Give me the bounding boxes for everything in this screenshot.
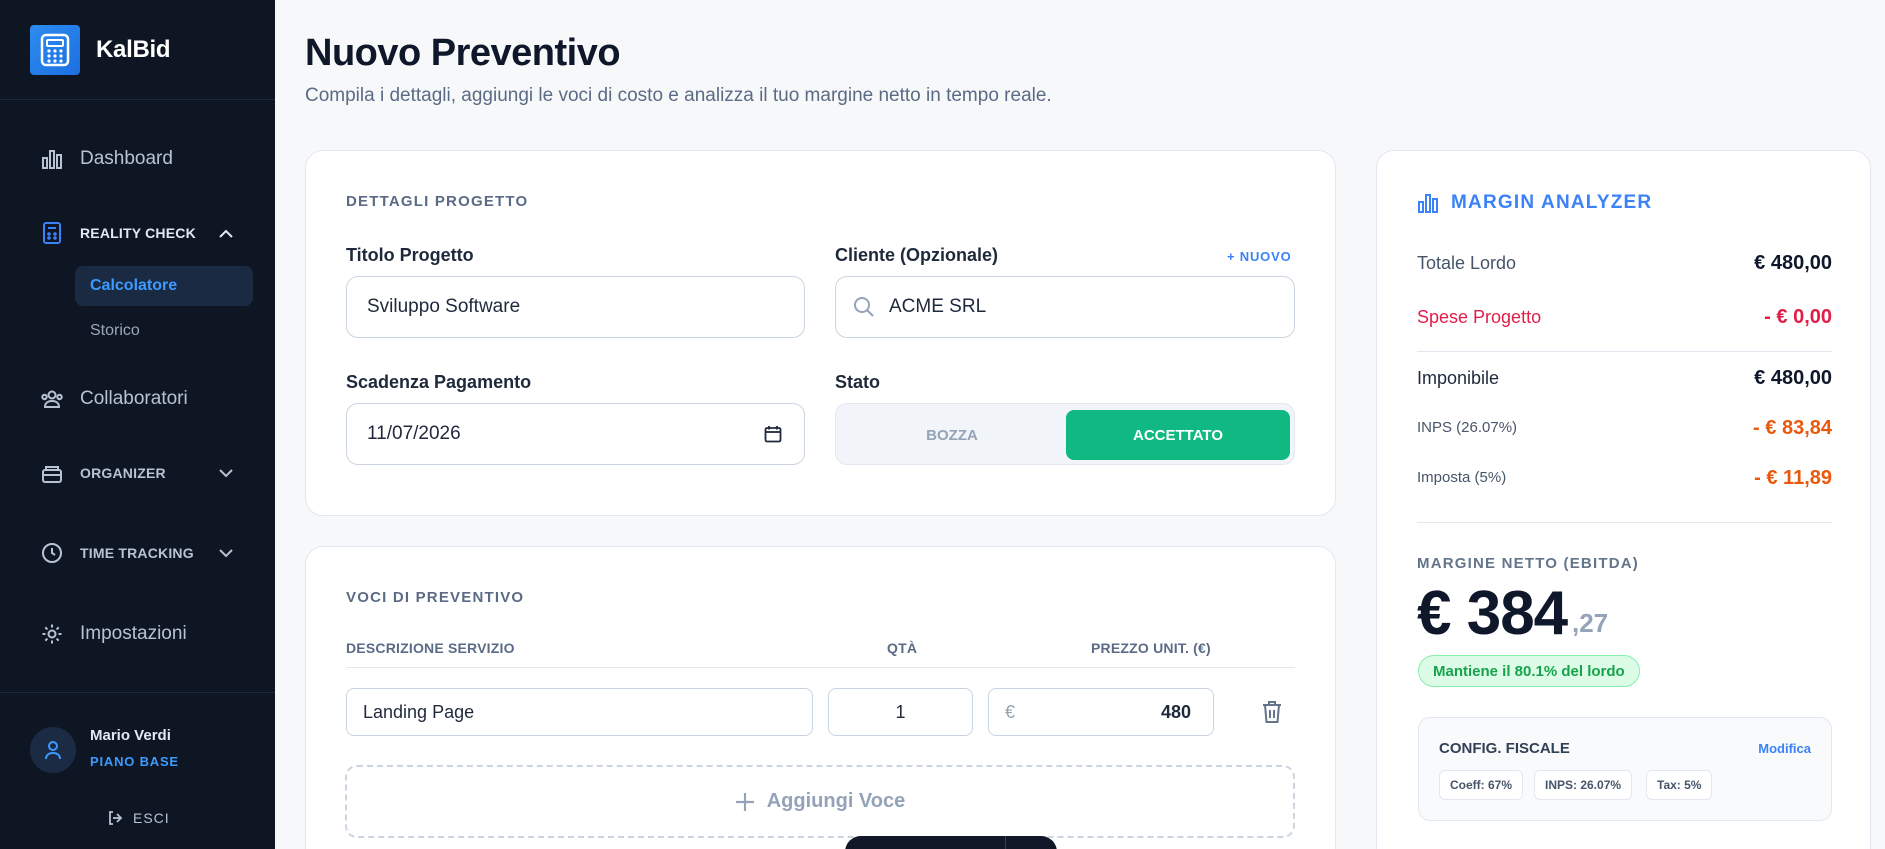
bar-chart-icon bbox=[1417, 192, 1439, 214]
nav-dashboard-label: Dashboard bbox=[80, 148, 173, 169]
logout-icon bbox=[107, 810, 123, 826]
tax-label: Imposta (5%) bbox=[1417, 469, 1507, 486]
net-margin-value: € 384 bbox=[1417, 579, 1568, 648]
page-subtitle: Compila i dettagli, aggiungi le voci di … bbox=[305, 85, 1052, 106]
net-margin-label: MARGINE NETTO (EBITDA) bbox=[1417, 555, 1639, 572]
chevron-up-icon bbox=[218, 225, 234, 241]
plus-icon bbox=[735, 792, 755, 812]
add-client-link[interactable]: + NUOVO bbox=[1227, 249, 1291, 264]
client-search-input[interactable]: ACME SRL bbox=[835, 276, 1295, 338]
search-icon bbox=[853, 296, 875, 318]
col-unit-price: PREZZO UNIT. (€) bbox=[1091, 640, 1211, 656]
gross-label: Totale Lordo bbox=[1417, 253, 1517, 273]
user-panel: Mario Verdi PIANO BASE ESCI bbox=[0, 692, 275, 849]
user-plan: PIANO BASE bbox=[90, 754, 179, 769]
nav-collaboratori[interactable]: Collaboratori bbox=[40, 387, 188, 411]
due-date-input[interactable]: 11/07/2026 bbox=[346, 403, 805, 465]
nav-time-tracking[interactable]: TIME TRACKING bbox=[40, 541, 234, 565]
status-draft-button[interactable]: BOZZA bbox=[842, 410, 1062, 460]
nav-storico-label: Storico bbox=[90, 322, 140, 339]
nav-time-tracking-label: TIME TRACKING bbox=[80, 545, 194, 561]
fiscal-config-panel: CONFIG. FISCALE Modifica Coeff: 67% INPS… bbox=[1418, 717, 1832, 821]
trash-icon[interactable] bbox=[1261, 700, 1283, 724]
item-description-input[interactable]: Landing Page bbox=[346, 688, 813, 736]
nav-impostazioni[interactable]: Impostazioni bbox=[40, 622, 187, 646]
expenses-value: - € 0,00 bbox=[1764, 306, 1832, 328]
page-title: Nuovo Preventivo bbox=[305, 32, 621, 74]
fiscal-edit-link[interactable]: Modifica bbox=[1758, 741, 1811, 756]
calendar-icon[interactable] bbox=[764, 425, 782, 443]
retain-badge: Mantiene il 80.1% del lordo bbox=[1418, 655, 1640, 687]
nav-reality-check-label: REALITY CHECK bbox=[80, 225, 196, 241]
nav-calcolatore[interactable]: Calcolatore bbox=[75, 266, 253, 306]
nav-calcolatore-label: Calcolatore bbox=[90, 277, 178, 294]
margin-analyzer-title-text: MARGIN ANALYZER bbox=[1451, 192, 1653, 213]
floating-action-bar[interactable] bbox=[845, 836, 1057, 849]
chevron-down-icon bbox=[218, 545, 234, 561]
bar-chart-icon bbox=[40, 147, 64, 171]
project-title-label: Titolo Progetto bbox=[346, 245, 474, 265]
analyzer-divider-2 bbox=[1417, 522, 1832, 523]
chip-inps: INPS: 26.07% bbox=[1534, 770, 1633, 800]
client-value: ACME SRL bbox=[889, 296, 987, 317]
due-date-label: Scadenza Pagamento bbox=[346, 372, 532, 392]
item-price-value: 480 bbox=[1160, 701, 1191, 722]
nav-dashboard[interactable]: Dashboard bbox=[40, 147, 173, 171]
gross-value: € 480,00 bbox=[1754, 252, 1832, 274]
brand[interactable]: KalBid bbox=[0, 0, 275, 100]
project-section-label: DETTAGLI PROGETTO bbox=[346, 193, 529, 210]
inps-label: INPS (26.07%) bbox=[1417, 419, 1518, 436]
analyzer-divider-1 bbox=[1417, 351, 1832, 352]
nav-organizer[interactable]: ORGANIZER bbox=[40, 461, 234, 485]
gear-icon bbox=[40, 622, 64, 646]
status-accepted-button[interactable]: ACCETTATO bbox=[1066, 410, 1290, 460]
col-qty: QTÀ bbox=[887, 640, 918, 656]
item-description-value: Landing Page bbox=[363, 701, 475, 722]
chip-coeff: Coeff: 67% bbox=[1439, 770, 1524, 800]
project-title-value: Sviluppo Software bbox=[367, 296, 521, 317]
due-date-value: 11/07/2026 bbox=[367, 423, 461, 444]
item-qty-input[interactable]: 1 bbox=[828, 688, 973, 736]
col-description: DESCRIZIONE SERVIZIO bbox=[346, 640, 515, 656]
expenses-label: Spese Progetto bbox=[1417, 307, 1542, 327]
taxable-label: Imponibile bbox=[1417, 368, 1500, 388]
net-margin-decimals: ,27 bbox=[1572, 608, 1609, 638]
logout-label: ESCI bbox=[133, 810, 170, 826]
item-currency: € bbox=[1005, 701, 1016, 722]
nav-storico[interactable]: Storico bbox=[75, 311, 253, 351]
logout-button[interactable]: ESCI bbox=[107, 810, 170, 826]
chip-tax: Tax: 5% bbox=[1646, 770, 1713, 800]
nav-collaboratori-label: Collaboratori bbox=[80, 388, 188, 409]
brand-name: KalBid bbox=[96, 35, 171, 63]
item-qty-value: 1 bbox=[895, 701, 906, 722]
item-price-input[interactable]: € 480 bbox=[988, 688, 1214, 736]
nav-organizer-label: ORGANIZER bbox=[80, 465, 166, 481]
status-label: Stato bbox=[835, 372, 880, 392]
clock-icon bbox=[40, 541, 64, 565]
nav-impostazioni-label: Impostazioni bbox=[80, 623, 187, 644]
items-section-label: VOCI DI PREVENTIVO bbox=[346, 589, 525, 606]
client-label: Cliente (Opzionale) bbox=[835, 245, 999, 265]
user-name: Mario Verdi bbox=[90, 727, 171, 744]
sidebar: KalBid Dashboard REALITY CHECK Calcolato… bbox=[0, 0, 275, 849]
nav-reality-check[interactable]: REALITY CHECK bbox=[40, 221, 234, 245]
add-item-label: Aggiungi Voce bbox=[766, 790, 906, 812]
avatar[interactable] bbox=[30, 727, 76, 773]
inps-value: - € 83,84 bbox=[1753, 417, 1832, 439]
archive-icon bbox=[40, 461, 64, 485]
fiscal-config-title: CONFIG. FISCALE bbox=[1439, 740, 1570, 757]
margin-analyzer-title: MARGIN ANALYZER bbox=[1417, 192, 1652, 214]
calculator-icon bbox=[40, 221, 64, 245]
tax-value: - € 11,89 bbox=[1754, 467, 1832, 489]
status-toggle: BOZZA ACCETTATO bbox=[835, 403, 1295, 465]
items-header-divider bbox=[346, 667, 1295, 668]
taxable-value: € 480,00 bbox=[1754, 367, 1832, 389]
calculator-logo-icon bbox=[30, 24, 80, 75]
add-item-button[interactable]: Aggiungi Voce bbox=[345, 765, 1295, 838]
users-icon bbox=[40, 387, 64, 411]
chevron-down-icon bbox=[218, 465, 234, 481]
project-title-input[interactable]: Sviluppo Software bbox=[346, 276, 805, 338]
